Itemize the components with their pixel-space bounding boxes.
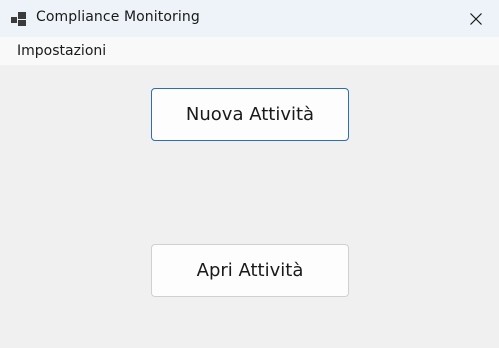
app-windows-icon — [11, 11, 27, 26]
close-button[interactable] — [453, 0, 499, 37]
open-activity-button[interactable]: Apri Attività — [151, 244, 349, 297]
app-window: Compliance Monitoring Impostazioni Nuova… — [0, 0, 499, 348]
new-activity-button[interactable]: Nuova Attività — [151, 88, 349, 141]
menu-item-impostazioni[interactable]: Impostazioni — [10, 42, 113, 60]
window-title: Compliance Monitoring — [36, 9, 200, 25]
menu-bar: Impostazioni — [0, 37, 499, 65]
title-bar[interactable]: Compliance Monitoring — [0, 0, 499, 37]
close-icon — [470, 12, 482, 25]
